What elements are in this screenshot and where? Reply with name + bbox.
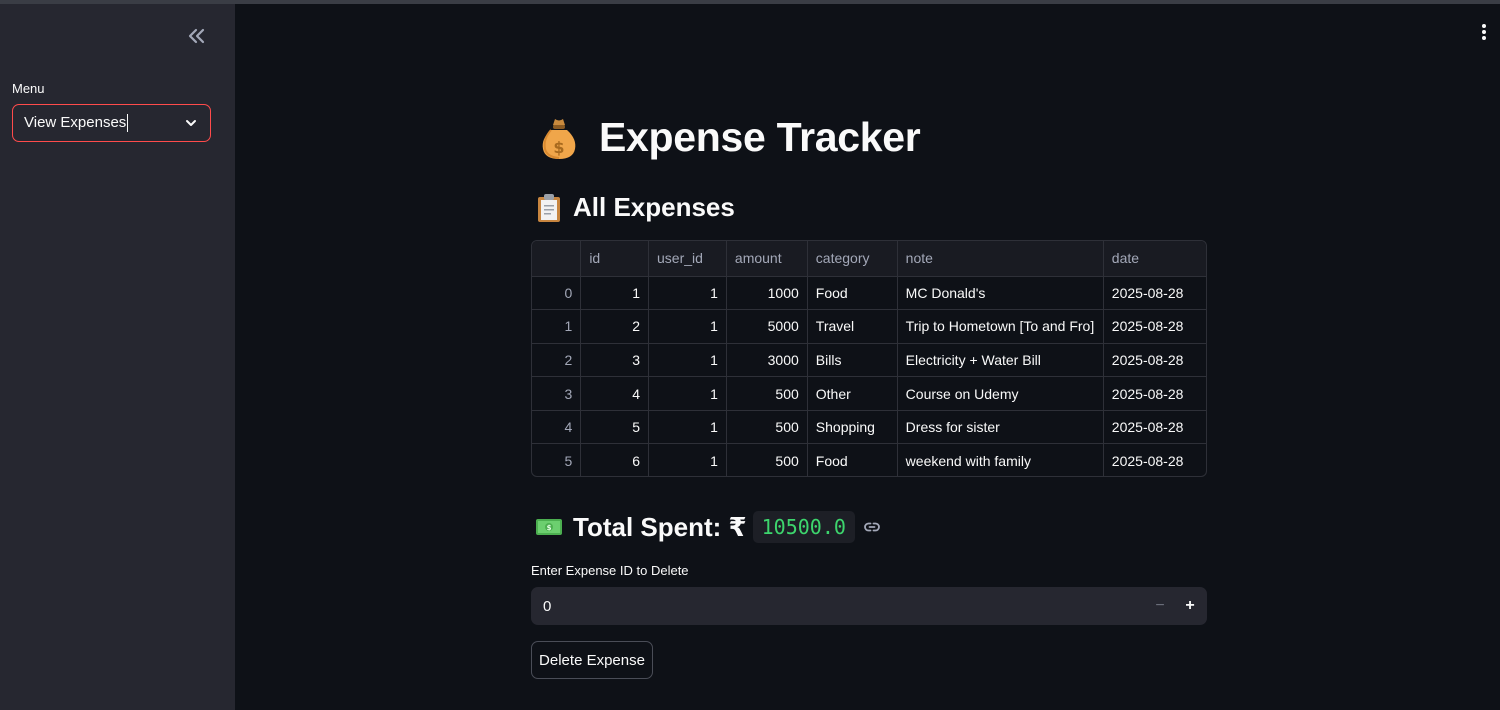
table-header-row: id user_id amount category note date (532, 241, 1206, 277)
column-header-category[interactable]: category (807, 241, 898, 277)
delete-id-label: Enter Expense ID to Delete (531, 563, 689, 578)
column-header-id[interactable]: id (580, 241, 650, 277)
cell-id[interactable]: 2 (580, 309, 650, 344)
cell-index[interactable]: 5 (532, 443, 582, 476)
table-row[interactable]: 4 5 1 500 Shopping Dress for sister 2025-08-28 (532, 410, 1206, 445)
cell-date[interactable]: 2025-08-28 (1103, 309, 1206, 344)
cell-note[interactable]: Trip to Hometown [To and Fro] (897, 309, 1104, 344)
decrement-button[interactable]: − (1145, 587, 1175, 625)
delete-id-number-input[interactable]: 0 − + (531, 587, 1207, 625)
cell-id[interactable]: 3 (580, 343, 650, 378)
total-spent-value: 10500.0 (752, 511, 855, 543)
chevron-down-icon (186, 120, 196, 126)
cell-amount[interactable]: 1000 (726, 276, 808, 311)
column-header-note[interactable]: note (897, 241, 1104, 277)
cell-date[interactable]: 2025-08-28 (1103, 376, 1206, 411)
expenses-table[interactable]: id user_id amount category note date 011… (531, 240, 1207, 477)
cell-category[interactable]: Food (807, 276, 898, 311)
table-row[interactable]: 3 4 1 500 Other Course on Udemy 2025-08-28 (532, 376, 1206, 411)
cell-id[interactable]: 4 (580, 376, 650, 411)
cell-category[interactable]: Bills (807, 343, 898, 378)
delete-expense-button[interactable]: Delete Expense (531, 641, 653, 679)
cell-id[interactable]: 5 (580, 410, 650, 445)
cell-index[interactable]: 2 (532, 343, 582, 378)
sidebar: Menu View Expenses (0, 4, 235, 710)
collapse-sidebar-icon[interactable] (184, 24, 208, 48)
cell-amount[interactable]: 500 (726, 443, 808, 476)
total-spent-label: Total Spent: ₹ (573, 511, 747, 542)
money-bag-icon: $ (542, 118, 576, 159)
cell-user-id[interactable]: 1 (648, 443, 727, 476)
svg-text:$: $ (547, 524, 552, 532)
cell-note[interactable]: Electricity + Water Bill (897, 343, 1104, 378)
link-icon[interactable] (863, 518, 881, 536)
column-header-user-id[interactable]: user_id (648, 241, 727, 277)
menu-select[interactable]: View Expenses (12, 104, 211, 142)
cell-category[interactable]: Food (807, 443, 898, 476)
svg-text:$: $ (553, 138, 564, 157)
cell-note[interactable]: Course on Udemy (897, 376, 1104, 411)
total-row: $ Total Spent: ₹ 10500.0 (535, 511, 881, 543)
table-row[interactable]: 2 3 1 3000 Bills Electricity + Water Bill 2025… (532, 343, 1206, 378)
cell-index[interactable]: 1 (532, 309, 582, 344)
cell-id[interactable]: 1 (580, 276, 650, 311)
cell-category[interactable]: Travel (807, 309, 898, 344)
cell-amount[interactable]: 500 (726, 376, 808, 411)
cell-category[interactable]: Shopping (807, 410, 898, 445)
cell-category[interactable]: Other (807, 376, 898, 411)
section-title: All Expenses (573, 192, 735, 222)
cell-date[interactable]: 2025-08-28 (1103, 276, 1206, 311)
column-header-index[interactable] (532, 241, 582, 277)
cell-index[interactable]: 4 (532, 410, 582, 445)
cell-amount[interactable]: 5000 (726, 309, 808, 344)
increment-button[interactable]: + (1175, 587, 1205, 625)
cell-date[interactable]: 2025-08-28 (1103, 410, 1206, 445)
cell-user-id[interactable]: 1 (648, 309, 727, 344)
cell-index[interactable]: 3 (532, 376, 582, 411)
cell-user-id[interactable]: 1 (648, 376, 727, 411)
table-row[interactable]: 1 2 1 5000 Travel Trip to Hometown [To and Fr… (532, 309, 1206, 344)
cell-date[interactable]: 2025-08-28 (1103, 444, 1206, 476)
cell-amount[interactable]: 3000 (726, 343, 808, 378)
cell-user-id[interactable]: 1 (648, 343, 727, 378)
cell-user-id[interactable]: 1 (648, 410, 727, 445)
cell-index[interactable]: 0 (532, 276, 582, 311)
cell-date[interactable]: 2025-08-28 (1103, 343, 1206, 378)
table-row[interactable]: 5 6 1 500 Food weekend with family 2025-08-28 (532, 443, 1206, 476)
cell-note[interactable]: weekend with family (897, 443, 1104, 476)
cell-user-id[interactable]: 1 (648, 276, 727, 311)
cell-amount[interactable]: 500 (726, 410, 808, 445)
main-menu-kebab-icon[interactable] (1476, 22, 1492, 42)
title-row: $ Expense Tracker (537, 114, 921, 161)
subtitle-row: All Expenses (535, 192, 735, 223)
delete-id-value[interactable]: 0 (531, 598, 1145, 615)
page-title: Expense Tracker (599, 114, 921, 160)
column-header-amount[interactable]: amount (726, 241, 808, 277)
table-row[interactable]: 0 1 1 1000 Food MC Donald's 2025-08-28 (532, 276, 1206, 311)
menu-label: Menu (12, 81, 45, 96)
clipboard-icon (538, 193, 560, 222)
cell-note[interactable]: Dress for sister (897, 410, 1104, 445)
money-icon: $ (536, 519, 562, 535)
menu-select-value: View Expenses (24, 114, 129, 132)
cell-note[interactable]: MC Donald's (897, 276, 1104, 311)
cell-id[interactable]: 6 (580, 443, 650, 476)
column-header-date[interactable]: date (1103, 241, 1206, 277)
